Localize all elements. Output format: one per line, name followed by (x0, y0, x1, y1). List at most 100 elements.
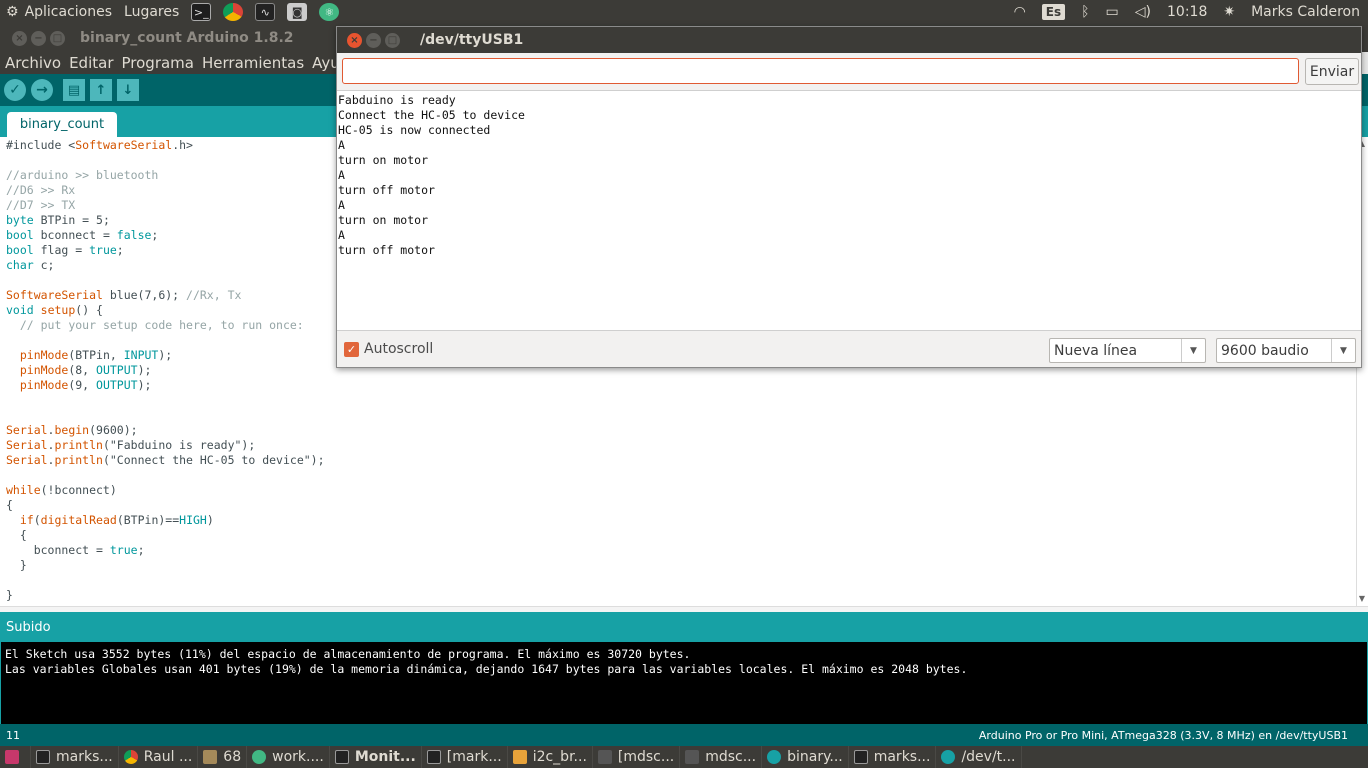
serial-output-line: turn off motor (338, 243, 435, 257)
system-monitor-launcher-icon[interactable]: ∿ (255, 3, 276, 21)
terminal-icon (36, 750, 50, 764)
serial-maximize-button[interactable]: □ (385, 32, 400, 48)
taskbar-item-label: binary... (787, 749, 843, 765)
arduino-minimize-button[interactable]: − (31, 30, 46, 46)
keyboard-layout-label: Es (1041, 4, 1066, 20)
taskbar-item[interactable]: 68 (198, 746, 248, 768)
places-menu[interactable]: Lugares (118, 0, 185, 24)
code-line: bconnect = true; (6, 543, 145, 557)
applications-menu-label: Aplicaciones (24, 4, 113, 20)
serial-output-line: turn off motor (338, 183, 435, 197)
clock[interactable]: 10:18 (1159, 0, 1215, 24)
autoscroll-label: Autoscroll (364, 341, 434, 357)
atom-launcher-icon[interactable]: ⚛ (319, 3, 340, 21)
settings-gear-icon[interactable]: ✷ (1215, 0, 1243, 24)
serial-output: Fabduino is ready Connect the HC-05 to de… (337, 90, 1361, 331)
show-desktop-icon[interactable] (0, 746, 31, 768)
serial-minimize-button[interactable]: − (366, 32, 381, 48)
bluetooth-icon[interactable]: ᛒ (1073, 0, 1097, 24)
code-line: Serial.begin(9600); (6, 423, 138, 437)
arduino-maximize-button[interactable]: □ (50, 30, 65, 46)
taskbar-item[interactable]: marks... (849, 746, 937, 768)
terminal-icon (853, 750, 868, 764)
taskbar-item-label: Monit... (354, 749, 416, 765)
serial-output-line: Connect the HC-05 to device (338, 108, 525, 122)
scroll-down-icon[interactable]: ▼ (1357, 594, 1367, 604)
arduino-window-title: binary_count Arduino 1.8.2 (80, 30, 294, 46)
taskbar-item[interactable]: marks... (31, 746, 119, 768)
battery-icon[interactable]: ▭ (1098, 0, 1127, 24)
green-app-icon (252, 750, 267, 764)
taskbar-item-label: mdsc... (705, 749, 757, 765)
serial-output-line: turn on motor (338, 153, 429, 167)
applications-menu[interactable]: ⚙ Aplicaciones (0, 0, 118, 24)
serial-output-line: turn on motor (338, 213, 429, 227)
menu-herramientas[interactable]: Herramientas (202, 54, 304, 72)
code-line: { (6, 528, 27, 542)
system-monitor-icon (334, 750, 349, 764)
verify-button[interactable]: ✓ (4, 79, 26, 101)
line-number: 11 (6, 728, 20, 742)
user-name[interactable]: Marks Calderon (1243, 0, 1368, 24)
ubuntu-logo-icon: ⚙ (6, 4, 19, 20)
keyboard-layout-indicator[interactable]: Es (1034, 0, 1073, 24)
desktop: ⚙ Aplicaciones Lugares >_ ∿ ◙ ⚛ ◠ Es ᛒ ▭… (0, 0, 1368, 768)
menu-archivo[interactable]: Archivo (5, 54, 61, 72)
line-ending-select[interactable]: Nueva línea ▼ (1049, 338, 1206, 363)
code-line: } (6, 558, 27, 572)
serial-send-input[interactable] (342, 58, 1299, 84)
code-line: while(!bconnect) (6, 483, 117, 497)
arduino-close-button[interactable]: × (12, 30, 27, 46)
taskbar-item-label: 68 (223, 749, 242, 765)
new-sketch-button[interactable]: ▤ (63, 79, 85, 101)
serial-output-line: A (338, 198, 345, 212)
indicator-area: ◠ Es ᛒ ▭ ◁) 10:18 ✷ Marks Calderon (1006, 0, 1368, 24)
taskbar-item[interactable]: mdsc... (680, 746, 763, 768)
taskbar-item[interactable]: i2c_br... (508, 746, 593, 768)
editor-icon (512, 750, 527, 764)
taskbar-item[interactable]: binary... (762, 746, 849, 768)
upload-button[interactable]: → (31, 79, 53, 101)
taskbar-item[interactable]: [mark... (422, 746, 508, 768)
taskbar-item[interactable]: /dev/t... (936, 746, 1022, 768)
taskbar-item[interactable]: work.... (247, 746, 330, 768)
taskbar-item-label: marks... (873, 749, 931, 765)
taskbar-item-label: marks... (56, 749, 113, 765)
taskbar-item[interactable]: Raul ... (119, 746, 199, 768)
serial-output-line: Fabduino is ready (338, 93, 456, 107)
terminal-launcher-icon[interactable]: >_ (191, 3, 212, 21)
wifi-icon[interactable]: ◠ (1006, 0, 1034, 24)
serial-monitor-window: × − □ /dev/ttyUSB1 Enviar Fabduino is re… (336, 26, 1362, 368)
chrome-icon (123, 750, 138, 764)
bottom-info-bar: 11 Arduino Pro or Pro Mini, ATmega328 (3… (0, 724, 1368, 746)
serial-output-line: A (338, 138, 345, 152)
autoscroll-checkbox[interactable]: ✓ (344, 342, 359, 357)
volume-icon[interactable]: ◁) (1127, 0, 1159, 24)
serial-close-button[interactable]: × (347, 32, 362, 48)
open-sketch-button[interactable]: ↑ (90, 79, 112, 101)
taskbar-item[interactable]: [mdsc... (593, 746, 681, 768)
code-line: pinMode(9, OUTPUT); (19, 378, 152, 392)
serial-output-line: A (338, 168, 345, 182)
calculator-icon (203, 750, 218, 764)
arduino-icon (767, 750, 782, 764)
send-button[interactable]: Enviar (1305, 58, 1359, 85)
baud-rate-value: 9600 baudio (1221, 342, 1309, 359)
baud-rate-select[interactable]: 9600 baudio ▼ (1216, 338, 1356, 363)
taskbar-item-label: Raul ... (143, 749, 193, 765)
terminal-icon (426, 750, 441, 764)
chrome-launcher-icon[interactable] (223, 3, 244, 21)
taskbar-item[interactable]: Monit... (330, 746, 422, 768)
places-menu-label: Lugares (124, 4, 180, 20)
taskbar-item-label: /dev/t... (961, 749, 1016, 765)
top-panel: ⚙ Aplicaciones Lugares >_ ∿ ◙ ⚛ ◠ Es ᛒ ▭… (0, 0, 1368, 24)
screenshot-launcher-icon[interactable]: ◙ (287, 3, 308, 21)
menu-programa[interactable]: Programa (122, 54, 194, 72)
serial-output-line: HC-05 is now connected (338, 123, 491, 137)
save-sketch-button[interactable]: ↓ (117, 79, 139, 101)
status-message: Subido (0, 612, 1368, 642)
tab-binary-count[interactable]: binary_count (7, 112, 117, 137)
menu-editar[interactable]: Editar (69, 54, 113, 72)
